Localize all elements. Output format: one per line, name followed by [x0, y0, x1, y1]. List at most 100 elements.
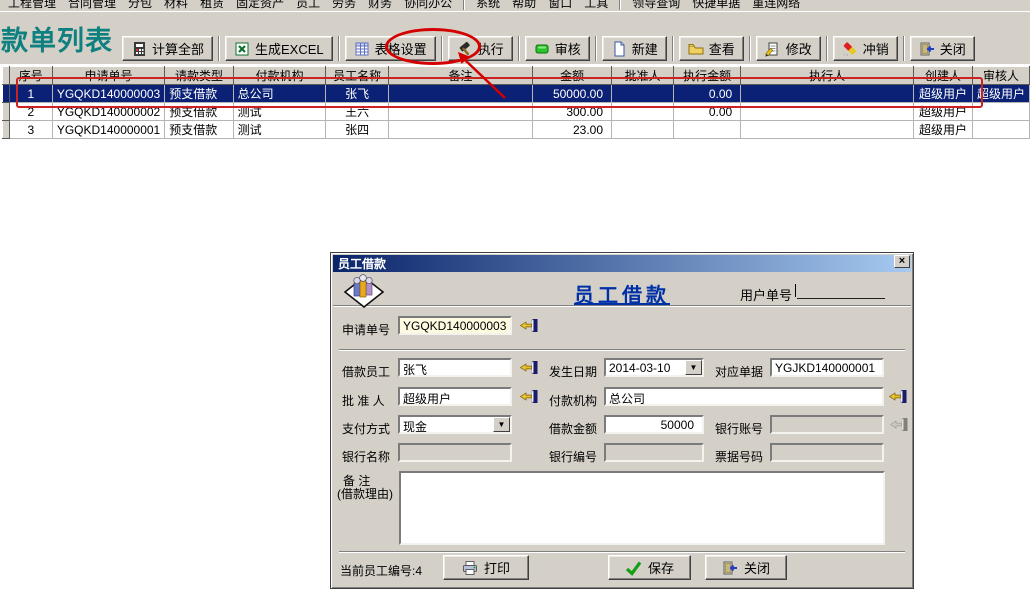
- cell-employee[interactable]: 张四: [326, 121, 389, 139]
- ref-doc-input[interactable]: YGJKD140000001: [770, 358, 884, 377]
- col-header[interactable]: 员工名称: [326, 67, 389, 85]
- cell-amount[interactable]: 300.00: [533, 103, 612, 121]
- cell-approver[interactable]: [612, 85, 674, 103]
- cell-pay-org[interactable]: 测试: [233, 121, 326, 139]
- cell-exec-amount[interactable]: 0.00: [674, 103, 741, 121]
- menu-item[interactable]: 财务: [362, 0, 398, 11]
- cell-creator[interactable]: 超级用户: [914, 85, 973, 103]
- cell-remark[interactable]: [388, 121, 532, 139]
- menu-item[interactable]: 快捷单据: [686, 0, 746, 11]
- menu-item[interactable]: 帮助: [506, 0, 542, 11]
- cell-pay-org[interactable]: 总公司: [233, 85, 326, 103]
- menu-separator: [463, 0, 465, 10]
- cell-seq[interactable]: 1: [9, 85, 52, 103]
- menu-separator: [619, 0, 621, 10]
- amount-input[interactable]: 50000: [604, 415, 704, 434]
- hand-pointer-icon[interactable]: [520, 360, 538, 375]
- dialog-close-icon[interactable]: ×: [894, 255, 910, 268]
- cell-executor[interactable]: [741, 85, 914, 103]
- cell-seq[interactable]: 3: [9, 121, 52, 139]
- menu-item[interactable]: 系统: [470, 0, 506, 11]
- col-header[interactable]: 批准人: [612, 67, 674, 85]
- cell-amount[interactable]: 50000.00: [533, 85, 612, 103]
- cell-executor[interactable]: [741, 103, 914, 121]
- cell-type[interactable]: 预支借款: [165, 121, 233, 139]
- col-header[interactable]: 执行金额: [674, 67, 741, 85]
- cell-pay-org[interactable]: 测试: [233, 103, 326, 121]
- col-header[interactable]: 序号: [9, 67, 52, 85]
- menu-item[interactable]: 材料: [158, 0, 194, 11]
- cell-approver[interactable]: [612, 103, 674, 121]
- cell-amount[interactable]: 23.00: [533, 121, 612, 139]
- cell-auditor[interactable]: 超级用户: [972, 85, 1029, 103]
- user-no-input[interactable]: [797, 282, 885, 299]
- menu-item[interactable]: 重连网络: [746, 0, 806, 11]
- cell-creator[interactable]: 超级用户: [914, 121, 973, 139]
- pay-method-dropdown-icon[interactable]: ▼: [493, 417, 510, 432]
- menu-item[interactable]: 固定资产: [230, 0, 290, 11]
- cell-exec-amount[interactable]: [674, 121, 741, 139]
- borrower-input[interactable]: 张飞: [398, 358, 512, 377]
- cell-auditor[interactable]: [972, 103, 1029, 121]
- cell-approver[interactable]: [612, 121, 674, 139]
- hand-pointer-icon[interactable]: [520, 318, 538, 333]
- col-header[interactable]: 执行人: [741, 67, 914, 85]
- modify-button[interactable]: 修改: [756, 36, 821, 61]
- table-settings-button[interactable]: 表格设置: [345, 36, 436, 61]
- dialog-close-button[interactable]: 关闭: [705, 555, 787, 580]
- cell-exec-amount[interactable]: 0.00: [674, 85, 741, 103]
- table-row[interactable]: 3 YGQKD140000001 预支借款 测试 张四 23.00 超级用户: [3, 121, 1030, 139]
- menu-item[interactable]: 窗口: [542, 0, 578, 11]
- close-button[interactable]: 关闭: [910, 36, 975, 61]
- apply-no-input[interactable]: YGQKD140000003: [398, 316, 512, 335]
- export-excel-button[interactable]: 生成EXCEL: [225, 36, 333, 61]
- col-header[interactable]: 金额: [533, 67, 612, 85]
- remark-textarea[interactable]: [399, 471, 885, 545]
- menu-item[interactable]: 工程管理: [2, 0, 62, 11]
- menu-item[interactable]: 员工: [290, 0, 326, 11]
- menu-item[interactable]: 分包: [122, 0, 158, 11]
- hand-pointer-icon[interactable]: [520, 389, 538, 404]
- hand-pointer-icon[interactable]: [889, 389, 907, 404]
- date-dropdown-icon[interactable]: ▼: [685, 360, 702, 375]
- menu-item[interactable]: 领导查询: [626, 0, 686, 11]
- pay-org-input[interactable]: 总公司: [604, 387, 884, 406]
- bank-no-input: [604, 443, 704, 462]
- menu-item[interactable]: 劳务: [326, 0, 362, 11]
- new-button[interactable]: 新建: [602, 36, 667, 61]
- col-header[interactable]: 创建人: [914, 67, 973, 85]
- cell-apply-no[interactable]: YGQKD140000003: [52, 85, 164, 103]
- reverse-button[interactable]: 冲销: [833, 36, 898, 61]
- cell-employee[interactable]: 王六: [326, 103, 389, 121]
- cell-apply-no[interactable]: YGQKD140000002: [52, 103, 164, 121]
- col-header[interactable]: 申请单号: [52, 67, 164, 85]
- col-header[interactable]: 备注: [388, 67, 532, 85]
- cell-type[interactable]: 预支借款: [165, 103, 233, 121]
- cell-executor[interactable]: [741, 121, 914, 139]
- execute-button[interactable]: 执行: [448, 36, 513, 61]
- col-header[interactable]: 审核人: [972, 67, 1029, 85]
- col-header[interactable]: 付款机构: [233, 67, 326, 85]
- approver-input[interactable]: 超级用户: [398, 387, 512, 406]
- print-button[interactable]: 打印: [443, 555, 529, 580]
- table-row[interactable]: 2 YGQKD140000002 预支借款 测试 王六 300.00 0.00 …: [3, 103, 1030, 121]
- menu-item[interactable]: 租赁: [194, 0, 230, 11]
- dialog-titlebar[interactable]: 员工借款: [333, 255, 911, 272]
- cell-remark[interactable]: [388, 103, 532, 121]
- col-header[interactable]: 请款类型: [165, 67, 233, 85]
- table-row[interactable]: 1 YGQKD140000003 预支借款 总公司 张飞 50000.00 0.…: [3, 85, 1030, 103]
- menu-item[interactable]: 协同办公: [398, 0, 458, 11]
- save-button[interactable]: 保存: [608, 555, 691, 580]
- cell-remark[interactable]: [388, 85, 532, 103]
- view-button[interactable]: 查看: [679, 36, 744, 61]
- cell-employee[interactable]: 张飞: [326, 85, 389, 103]
- cell-type[interactable]: 预支借款: [165, 85, 233, 103]
- menu-item[interactable]: 合同管理: [62, 0, 122, 11]
- cell-auditor[interactable]: [972, 121, 1029, 139]
- cell-seq[interactable]: 2: [9, 103, 52, 121]
- cell-apply-no[interactable]: YGQKD140000001: [52, 121, 164, 139]
- cell-creator[interactable]: 超级用户: [914, 103, 973, 121]
- audit-button[interactable]: 审核: [525, 36, 590, 61]
- menu-item[interactable]: 工具: [578, 0, 614, 11]
- calc-all-button[interactable]: 计算全部: [122, 36, 213, 61]
